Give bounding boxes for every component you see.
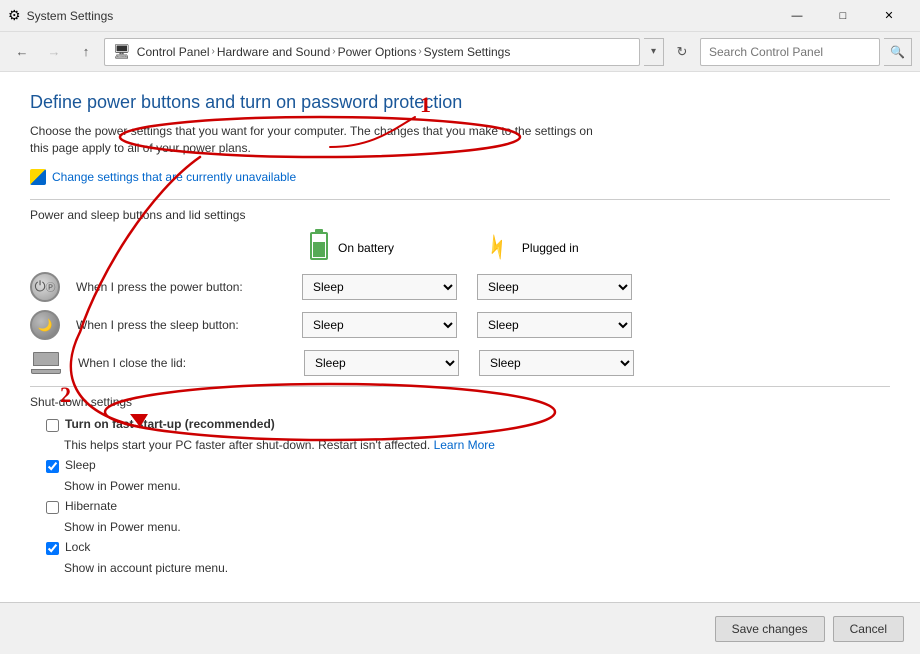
cancel-button[interactable]: Cancel (833, 616, 904, 642)
back-button[interactable]: ← (8, 38, 36, 66)
main-content: 1 2 Define power buttons and turn on pas… (0, 72, 920, 654)
lock-label[interactable]: Lock (65, 540, 90, 554)
titlebar-title: System Settings (27, 9, 774, 23)
breadcrumb-dropdown-button[interactable]: ▾ (644, 38, 664, 66)
breadcrumb-power-options[interactable]: Power Options (338, 45, 417, 59)
fast-startup-label[interactable]: Turn on fast start-up (recommended) (65, 417, 275, 431)
save-changes-button[interactable]: Save changes (715, 616, 825, 642)
fast-startup-checkbox[interactable] (46, 419, 59, 432)
sleep-button-dropdowns: Sleep Do nothing Hibernate Shut down Sle… (302, 312, 632, 338)
page-description: Choose the power settings that you want … (30, 123, 610, 157)
search-button[interactable]: 🔍 (884, 38, 912, 66)
titlebar-controls: — □ ✕ (774, 0, 912, 32)
power-button-row: ⏻ When I press the power button: Sleep D… (30, 272, 890, 302)
hibernate-description: Show in Power menu. (64, 520, 890, 534)
refresh-button[interactable]: ↻ (668, 38, 696, 66)
fast-startup-row: Turn on fast start-up (recommended) (46, 417, 890, 432)
lid-plugged-select[interactable]: Sleep Do nothing Hibernate Shut down (479, 350, 634, 376)
learn-more-link[interactable]: Learn More (434, 438, 495, 452)
hibernate-label[interactable]: Hibernate (65, 499, 117, 513)
close-button[interactable]: ✕ (866, 0, 912, 32)
battery-column-header: On battery (310, 232, 465, 264)
hibernate-checkbox[interactable] (46, 501, 59, 514)
bottom-bar: Save changes Cancel (0, 602, 920, 654)
titlebar: ⚙ System Settings — □ ✕ (0, 0, 920, 32)
sleep-button-label: When I press the sleep button: (76, 318, 286, 332)
lid-close-row: When I close the lid: Sleep Do nothing H… (30, 348, 890, 378)
maximize-button[interactable]: □ (820, 0, 866, 32)
sleep-description: Show in Power menu. (64, 479, 890, 493)
sleep-button-icon: 🌙 (30, 310, 60, 340)
battery-icon (310, 232, 328, 260)
breadcrumb-hardware-sound[interactable]: Hardware and Sound (217, 45, 330, 59)
section-divider-1 (30, 199, 890, 200)
lid-close-label: When I close the lid: (78, 356, 288, 370)
power-button-label: When I press the power button: (76, 280, 286, 294)
fast-startup-description: This helps start your PC faster after sh… (64, 438, 890, 452)
lock-checkbox[interactable] (46, 542, 59, 555)
section-divider-2 (30, 386, 890, 387)
power-button-dropdowns: Sleep Do nothing Hibernate Shut down Sle… (302, 274, 632, 300)
addressbar: ← → ↑ 🖥 Control Panel › Hardware and Sou… (0, 32, 920, 72)
grid-header: On battery ⚡ Plugged in (310, 232, 890, 264)
power-button-plugged-select[interactable]: Sleep Do nothing Hibernate Shut down (477, 274, 632, 300)
breadcrumb-icon: 🖥 (113, 43, 131, 60)
lock-description: Show in account picture menu. (64, 561, 890, 575)
plug-icon: ⚡ (480, 230, 515, 265)
change-settings-link[interactable]: Change settings that are currently unava… (30, 169, 890, 185)
breadcrumb-bar: 🖥 Control Panel › Hardware and Sound › P… (104, 38, 640, 66)
shutdown-label: Shut-down settings (30, 395, 890, 409)
search-input[interactable] (700, 38, 880, 66)
content-area: 1 2 Define power buttons and turn on pas… (0, 72, 920, 602)
lid-icon (30, 348, 62, 378)
app-icon: ⚙ (8, 7, 21, 24)
forward-button[interactable]: → (40, 38, 68, 66)
power-button-icon: ⏻ (30, 272, 60, 302)
sleep-button-row: 🌙 When I press the sleep button: Sleep D… (30, 310, 890, 340)
shutdown-section: Shut-down settings Turn on fast start-up… (30, 395, 890, 575)
breadcrumb-control-panel[interactable]: Control Panel (137, 45, 210, 59)
sleep-button-battery-select[interactable]: Sleep Do nothing Hibernate Shut down (302, 312, 457, 338)
hibernate-row: Hibernate (46, 499, 890, 514)
shield-icon (30, 169, 46, 185)
breadcrumb-system-settings: System Settings (424, 45, 511, 59)
minimize-button[interactable]: — (774, 0, 820, 32)
lock-row: Lock (46, 540, 890, 555)
section1-label: Power and sleep buttons and lid settings (30, 208, 890, 222)
sleep-checkbox[interactable] (46, 460, 59, 473)
lid-close-dropdowns: Sleep Do nothing Hibernate Shut down Sle… (304, 350, 634, 376)
sleep-button-plugged-select[interactable]: Sleep Do nothing Hibernate Shut down (477, 312, 632, 338)
sleep-row: Sleep (46, 458, 890, 473)
page-title: Define power buttons and turn on passwor… (30, 92, 890, 113)
power-button-battery-select[interactable]: Sleep Do nothing Hibernate Shut down (302, 274, 457, 300)
plugged-column-header: ⚡ Plugged in (485, 232, 640, 264)
up-button[interactable]: ↑ (72, 38, 100, 66)
lid-battery-select[interactable]: Sleep Do nothing Hibernate Shut down (304, 350, 459, 376)
sleep-label[interactable]: Sleep (65, 458, 96, 472)
